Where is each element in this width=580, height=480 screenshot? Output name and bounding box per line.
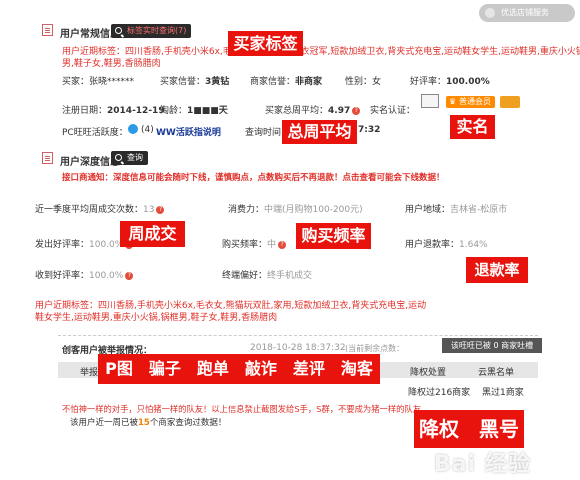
terminal-pref-field: 终端偏好：终手机成交 xyxy=(222,271,313,281)
annotation-degrade-black: 降权 黑号 xyxy=(414,410,524,448)
wangwang-help-link[interactable]: WW活跃指说明 xyxy=(156,125,221,138)
refund-rate-field: 用户退款率：1.64% xyxy=(405,240,488,250)
avg-deals-field: 近一季度平均周成交次数：13? xyxy=(35,202,165,215)
col-blacklist: 云黑名单 xyxy=(478,368,515,378)
help-icon[interactable]: ? xyxy=(352,106,361,115)
buy-frequency-field: 购买频率：中? xyxy=(222,237,287,250)
reg-date-field: 注册日期：2014-12-19 xyxy=(62,106,165,116)
report-remaining: (当前剩余点数： xyxy=(345,344,405,353)
tag-query-button[interactable]: 标签实时查询(7) xyxy=(111,24,192,38)
annotation-refund-rate: 退款率 xyxy=(466,257,528,283)
query-time-field: 查询时间 xyxy=(245,128,282,138)
recv-good-rate-field: 收到好评率：100.0%? xyxy=(35,268,134,281)
member-badge: 普通会员 xyxy=(446,96,495,108)
wangwang-value: (4) xyxy=(141,125,154,135)
divider xyxy=(58,335,538,336)
annotation-weekly-avg: 总周平均 xyxy=(282,120,357,144)
sent-good-rate-field: 发出好评率：100.0%? xyxy=(35,237,134,250)
help-icon[interactable]: ? xyxy=(156,205,165,214)
complaint-status-badge: 该旺旺已被 0 商家吐槽 xyxy=(442,338,542,353)
buyer-credit-field: 买家信誉：3黄钻 xyxy=(160,77,230,87)
help-icon[interactable]: ? xyxy=(125,271,134,280)
report-date: 2018-10-28 18:37:32 xyxy=(250,343,346,353)
recent-tags-line2: 男,鞋子女,鞋男,香肠腊肉 xyxy=(62,59,161,69)
search-icon xyxy=(115,27,122,34)
notice-text[interactable]: 接口商通知：深度信息可能会随时下线，谨慎购点，点数购买后不再退款！点击查看可能会… xyxy=(62,171,445,183)
good-rate-field: 好评率：100.00% xyxy=(410,77,490,87)
pc-wangwang-field: PC旺旺活跃度： xyxy=(62,128,128,138)
query-button[interactable]: 查询 xyxy=(111,151,148,165)
warning-line2: 该用户近一周已被15个商家查询过数据！ xyxy=(70,418,227,428)
recent-tags-value: 四川香肠,手机壳小米6x,毛衣女,熊猫,汽车车衣冠军,短款加绒卫衣,背夹式充电宝… xyxy=(125,47,580,57)
seller-credit-field: 商家信誉：非商家 xyxy=(250,77,323,87)
gender-field: 性别：女 xyxy=(345,77,382,87)
annotation-weekly-deals: 周成交 xyxy=(120,221,185,247)
consume-field: 消费力：中端(月购物100-200元) xyxy=(228,205,363,215)
degrade-value: 降权过216商家 xyxy=(408,388,471,398)
search-icon xyxy=(115,154,122,161)
preferred-shop-badge[interactable]: 优选店铺服务 xyxy=(479,4,575,22)
query-time-value: 7:32 xyxy=(358,125,381,135)
region-field: 用户地域：吉林省-松原市 xyxy=(405,205,508,215)
wangwang-icon xyxy=(128,124,138,134)
annotation-buyer-tag: 买家标签 xyxy=(228,31,303,56)
id-card-icon xyxy=(421,94,439,108)
buyer-field: 买家：张晓****** xyxy=(62,77,135,87)
help-icon[interactable]: ? xyxy=(278,240,287,249)
baidu-watermark: Bai 经验 xyxy=(434,452,531,477)
deep-recent-tags-line2: 鞋女学生,运动鞋男,重庆小火锅,锅框男,鞋子女,鞋男,香肠腊肉 xyxy=(35,313,278,323)
blacklist-value: 黑过1商家 xyxy=(482,388,524,398)
realname-field: 实名认证： xyxy=(370,106,416,116)
section-icon xyxy=(42,24,53,36)
taobao-age-field: 淘龄：1■■■天 xyxy=(160,106,228,116)
annotation-report-types: P图 骗子 跑单 敲诈 差评 淘客返利 xyxy=(98,354,380,408)
weekly-avg-field: 买家总周平均：4.97? xyxy=(265,103,361,116)
section-icon xyxy=(42,152,53,164)
col-degrade: 降权处置 xyxy=(410,368,447,378)
annotation-buy-frequency: 购买频率 xyxy=(296,223,371,249)
vip-icon xyxy=(500,96,520,108)
annotation-realname: 实名 xyxy=(450,115,495,139)
